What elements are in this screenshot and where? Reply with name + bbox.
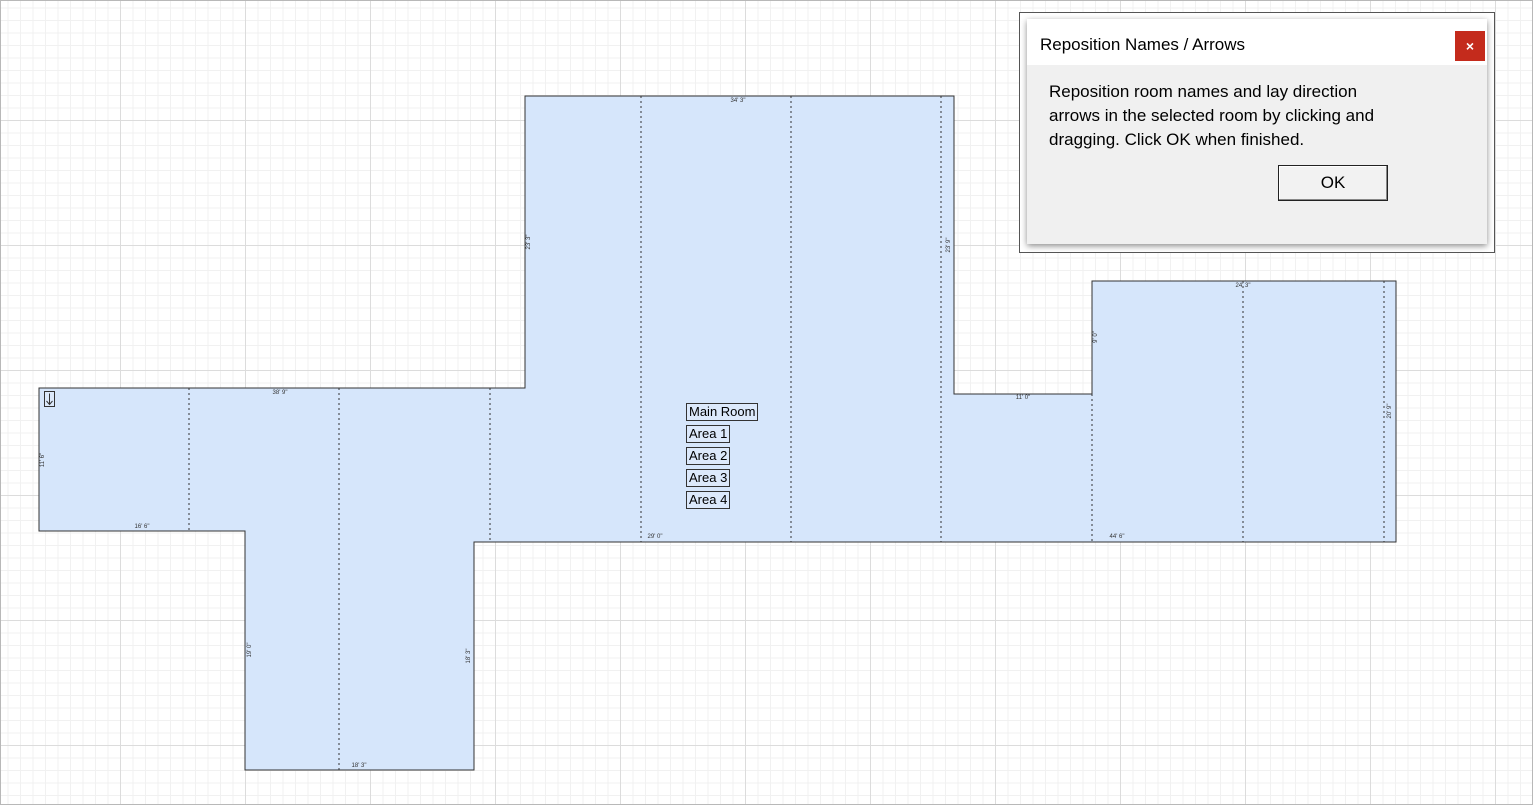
room-name-label-area-1[interactable]: Area 1 bbox=[686, 425, 731, 443]
room-name-label-main-room[interactable]: Main Room bbox=[686, 403, 759, 421]
reposition-dialog: Reposition Names / Arrows × Reposition r… bbox=[1027, 19, 1487, 244]
arrow-down-icon bbox=[46, 393, 53, 406]
dimension-label: 16' 6" bbox=[135, 524, 150, 530]
dialog-titlebar[interactable]: Reposition Names / Arrows × bbox=[1027, 19, 1487, 65]
close-button[interactable]: × bbox=[1455, 31, 1485, 61]
room-name-label-area-3[interactable]: Area 3 bbox=[686, 469, 731, 487]
dimension-label: 11' 0" bbox=[1016, 395, 1031, 401]
room-name-label-area-4[interactable]: Area 4 bbox=[686, 491, 731, 509]
dialog-title: Reposition Names / Arrows bbox=[1040, 35, 1246, 54]
dimension-label: 9' 0" bbox=[1093, 331, 1099, 343]
dimension-label: 38' 9" bbox=[273, 390, 288, 396]
dimension-label: 11' 6" bbox=[40, 453, 46, 468]
dialog-message: Reposition room names and lay direction … bbox=[1049, 82, 1375, 149]
dimension-label: 29' 0" bbox=[648, 534, 663, 540]
dimension-label: 18' 3" bbox=[466, 649, 472, 664]
dimension-label: 23' 9" bbox=[946, 238, 952, 253]
dimension-label: 18' 3" bbox=[352, 763, 367, 769]
close-icon: × bbox=[1465, 38, 1475, 54]
dimension-label: 20' 9" bbox=[1387, 404, 1393, 419]
dimension-label: 44' 6" bbox=[1110, 534, 1125, 540]
dimension-label: 23' 3" bbox=[526, 235, 532, 250]
lay-direction-arrow[interactable] bbox=[44, 391, 55, 407]
ok-button[interactable]: OK bbox=[1278, 165, 1388, 201]
dimension-label: 34' 3" bbox=[731, 98, 746, 104]
dimension-label: 19' 0" bbox=[247, 643, 253, 658]
dimension-label: 24' 3" bbox=[1236, 283, 1251, 289]
room-name-label-area-2[interactable]: Area 2 bbox=[686, 447, 731, 465]
